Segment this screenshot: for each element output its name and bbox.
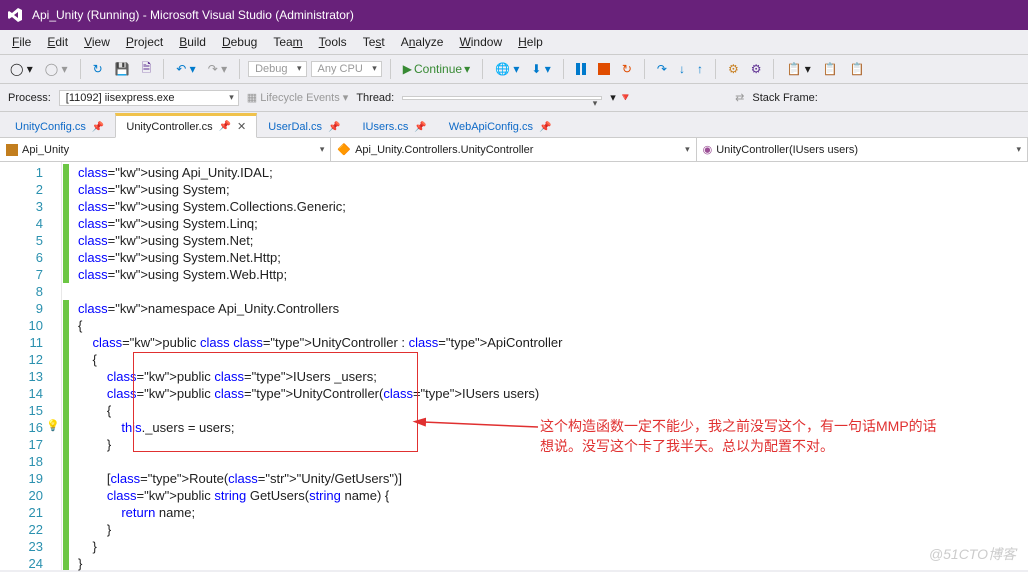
save-all-button[interactable]: 🗎 — [138, 57, 156, 82]
menu-team[interactable]: Team — [265, 33, 310, 51]
redo-button[interactable]: ↷ ▾ — [204, 60, 231, 78]
menu-analyze[interactable]: Analyze — [393, 33, 452, 51]
stack-tool-button[interactable]: ⇄ — [735, 91, 744, 104]
menu-bar: File Edit View Project Build Debug Team … — [0, 30, 1028, 54]
step-over-button[interactable]: ↷ — [653, 60, 671, 78]
separator — [80, 59, 81, 79]
thread-dropdown[interactable] — [402, 96, 602, 100]
continue-label: Continue — [414, 62, 462, 76]
tool-b-button[interactable]: ⚙ — [747, 60, 766, 78]
annotation-arrow — [418, 412, 548, 455]
tab-iusers[interactable]: IUsers.cs 📌 — [352, 116, 438, 137]
nav-forward-button[interactable]: ◯ ▾ — [41, 60, 72, 78]
class-icon: 🔶 — [337, 143, 351, 156]
method-icon: ◉ — [703, 143, 713, 156]
step-into2-button[interactable]: ↓ — [675, 60, 689, 78]
separator — [390, 59, 391, 79]
nav-project-label: Api_Unity — [22, 144, 69, 156]
lifecycle-button[interactable]: ▦ Lifecycle Events ▾ — [247, 91, 349, 104]
nav-class-label: Api_Unity.Controllers.UnityController — [355, 144, 533, 156]
pin-icon[interactable]: 📌 — [219, 121, 231, 132]
tab-unityconfig[interactable]: UnityConfig.cs 📌 — [4, 116, 115, 137]
debug-toolbar: Process: [11092] iisexpress.exe ▦ Lifecy… — [0, 84, 1028, 112]
pin-icon[interactable]: 📌 — [328, 122, 340, 133]
nav-back-button[interactable]: ◯ ▾ — [6, 60, 37, 78]
code-editor[interactable]: 123456789101112131415161718192021222324 … — [0, 162, 1028, 570]
lifecycle-label: Lifecycle Events — [260, 92, 339, 104]
separator — [163, 59, 164, 79]
menu-help[interactable]: Help — [510, 33, 551, 51]
tab-label: IUsers.cs — [363, 121, 409, 133]
separator — [482, 59, 483, 79]
nav-class[interactable]: 🔶 Api_Unity.Controllers.UnityController — [331, 138, 696, 161]
tab-label: WebApiConfig.cs — [449, 121, 533, 133]
close-icon[interactable]: ✕ — [237, 120, 246, 133]
menu-edit[interactable]: Edit — [39, 33, 76, 51]
code-navbar: Api_Unity 🔶 Api_Unity.Controllers.UnityCo… — [0, 138, 1028, 162]
save-button[interactable]: 💾 — [111, 60, 134, 78]
process-dropdown[interactable]: [11092] iisexpress.exe — [59, 90, 239, 106]
vs-logo-icon — [6, 6, 24, 24]
tool-a-button[interactable]: ⚙ — [724, 60, 743, 78]
menu-file[interactable]: File — [4, 33, 39, 51]
annotation-text: 这个构造函数一定不能少，我之前没写这个，有一句话MMP的话 想说。没写这个卡了我… — [540, 416, 937, 456]
nav-method-label: UnityController(IUsers users) — [716, 144, 858, 156]
menu-project[interactable]: Project — [118, 33, 171, 51]
pin-icon[interactable]: 📌 — [539, 122, 551, 133]
window-title: Api_Unity (Running) - Microsoft Visual S… — [32, 8, 354, 22]
pin-icon[interactable]: 📌 — [92, 122, 104, 133]
project-icon — [6, 144, 18, 156]
editor-tabs: UnityConfig.cs 📌 UnityController.cs 📌 ✕ Use… — [0, 112, 1028, 138]
menu-tools[interactable]: Tools — [311, 33, 355, 51]
nav-project[interactable]: Api_Unity — [0, 138, 331, 161]
thread-label: Thread: — [356, 92, 394, 104]
pause-button[interactable] — [572, 61, 590, 77]
tool-e-button[interactable]: 📋 — [846, 60, 869, 78]
separator — [644, 59, 645, 79]
tab-label: UnityController.cs — [126, 121, 212, 133]
step-out-button[interactable]: ↑ — [693, 60, 707, 78]
lightbulb-icon[interactable]: 💡 — [46, 419, 60, 432]
watermark: @51CTO博客 — [929, 544, 1016, 564]
menu-debug[interactable]: Debug — [214, 33, 265, 51]
annotation-line1: 这个构造函数一定不能少，我之前没写这个，有一句话MMP的话 — [540, 416, 937, 436]
tool-d-button[interactable]: 📋 — [819, 60, 842, 78]
separator — [715, 59, 716, 79]
nav-method[interactable]: ◉UnityController(IUsers users) — [697, 138, 1028, 161]
menu-window[interactable]: Window — [451, 33, 510, 51]
stack-label: Stack Frame: — [752, 92, 817, 104]
annotation-line2: 想说。没写这个卡了我半天。总以为配置不对。 — [540, 436, 937, 456]
separator — [773, 59, 774, 79]
undo-button[interactable]: ↶ ▾ — [172, 60, 199, 78]
platform-dropdown[interactable]: Any CPU — [311, 61, 382, 77]
tool-c-button[interactable]: 📋 ▾ — [782, 60, 814, 78]
process-label: Process: — [8, 92, 51, 104]
menu-test[interactable]: Test — [355, 33, 393, 51]
main-toolbar: ◯ ▾ ◯ ▾ ↻ 💾 🗎 ↶ ▾ ↷ ▾ Debug Any CPU ▶ Co… — [0, 54, 1028, 84]
pin-icon[interactable]: 📌 — [414, 122, 426, 133]
annotation-box — [133, 352, 418, 452]
separator — [239, 59, 240, 79]
stop-button[interactable] — [594, 61, 614, 77]
tab-label: UnityConfig.cs — [15, 121, 86, 133]
refresh-button[interactable]: ↻ — [89, 60, 107, 78]
tab-unitycontroller[interactable]: UnityController.cs 📌 ✕ — [115, 113, 257, 138]
step-into-button[interactable]: ⬇ ▾ — [527, 60, 554, 78]
tab-label: UserDal.cs — [268, 121, 322, 133]
menu-view[interactable]: View — [76, 33, 118, 51]
separator — [563, 59, 564, 79]
tab-webapiconfig[interactable]: WebApiConfig.cs 📌 — [438, 116, 563, 137]
tab-userdal[interactable]: UserDal.cs 📌 — [257, 116, 351, 137]
menu-build[interactable]: Build — [171, 33, 214, 51]
continue-button[interactable]: ▶ Continue ▾ — [399, 60, 474, 78]
thread-tool-button[interactable]: ▾ 🔻 — [610, 91, 632, 104]
restart-button[interactable]: ↻ — [618, 60, 636, 78]
title-bar: Api_Unity (Running) - Microsoft Visual S… — [0, 0, 1028, 30]
config-dropdown[interactable]: Debug — [248, 61, 306, 77]
browser-button[interactable]: 🌐 ▾ — [491, 60, 523, 78]
line-gutter: 123456789101112131415161718192021222324 — [0, 162, 62, 570]
